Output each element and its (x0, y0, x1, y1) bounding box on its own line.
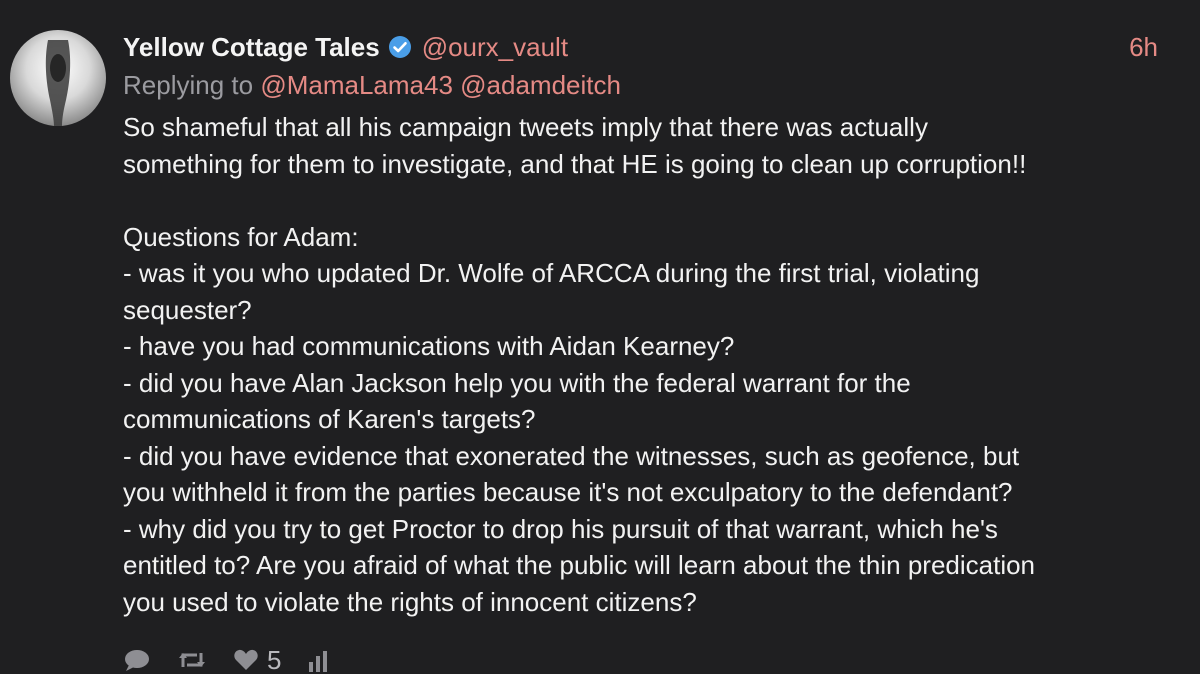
reply-button[interactable] (123, 648, 151, 672)
tweet-timestamp[interactable]: 6h (1129, 28, 1158, 66)
tweet-text-line: - was it you who updated Dr. Wolfe of AR… (123, 258, 980, 288)
replying-to-label: Replying to (123, 70, 254, 100)
avatar[interactable] (10, 30, 106, 126)
tweet-text-line: Questions for Adam: (123, 221, 359, 252)
display-name[interactable]: Yellow Cottage Tales (123, 32, 380, 63)
tweet-actions: 5 (123, 645, 355, 674)
tweet-text-line: - have you had communications with Aidan… (123, 331, 735, 361)
mention-link[interactable]: @adamdeitch (460, 70, 621, 100)
tweet-text-line: sequester? (123, 294, 252, 325)
tweet-text-line: So shameful that all his campaign tweets… (123, 112, 928, 142)
tweet-body: So shameful that all his campaign tweets… (123, 109, 1183, 620)
avatar-image (10, 30, 106, 126)
tweet-card: Yellow Cottage Tales @ourx_vault 6h Repl… (0, 0, 1200, 674)
heart-icon (233, 648, 259, 672)
stats-icon (307, 648, 329, 672)
tweet-text-line: communications of Karen's targets? (123, 404, 536, 434)
tweet-text-line: something for them to investigate, and t… (123, 148, 1027, 179)
user-handle[interactable]: @ourx_vault (422, 32, 568, 63)
tweet-header: Yellow Cottage Tales @ourx_vault (123, 28, 1183, 66)
tweet-text-line: - why did you try to get Proctor to drop… (123, 513, 998, 544)
tweet-content: Yellow Cottage Tales @ourx_vault 6h Repl… (123, 28, 1183, 620)
replying-to: Replying to @MamaLama43 @adamdeitch (123, 67, 1183, 103)
verified-badge-icon (388, 35, 412, 59)
tweet-text-line: you withheld it from the parties because… (123, 477, 1013, 507)
retweet-icon (177, 648, 207, 672)
reply-icon (123, 648, 151, 672)
stats-button[interactable] (307, 648, 329, 672)
mention-link[interactable]: @MamaLama43 (260, 70, 453, 100)
like-count: 5 (267, 644, 282, 674)
tweet-text-line: you used to violate the rights of innoce… (123, 586, 697, 617)
retweet-button[interactable] (177, 648, 207, 672)
tweet-text-line: entitled to? Are you afraid of what the … (123, 550, 1036, 580)
tweet-text-line: - did you have Alan Jackson help you wit… (123, 367, 911, 398)
tweet-text-line: - did you have evidence that exonerated … (123, 440, 1020, 471)
like-button[interactable]: 5 (233, 645, 281, 674)
